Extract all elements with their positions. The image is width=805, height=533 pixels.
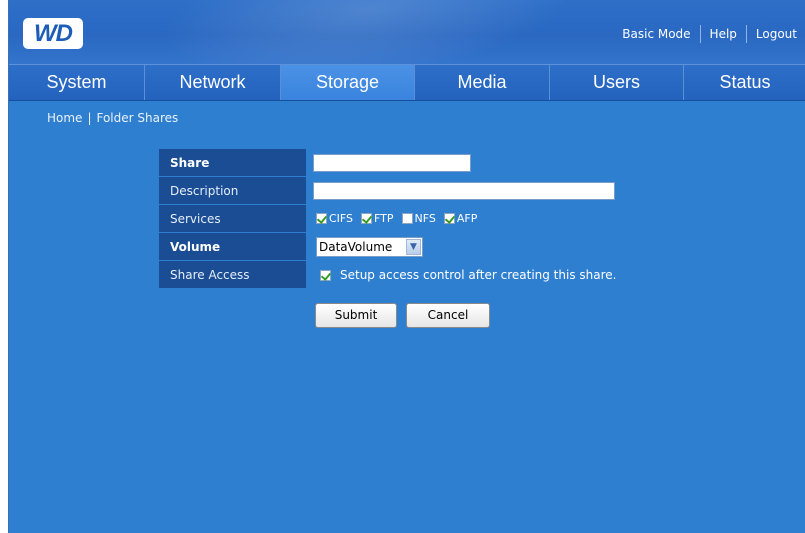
service-ftp[interactable]: FTP [361, 212, 394, 225]
nfs-label: NFS [414, 212, 436, 225]
help-link[interactable]: Help [701, 27, 746, 41]
cifs-checkbox[interactable] [316, 213, 327, 224]
header-sheen [151, 0, 587, 64]
share-access-label: Share Access [159, 261, 306, 289]
breadcrumb-folder-shares[interactable]: Folder Shares [96, 111, 178, 125]
ftp-checkbox[interactable] [361, 213, 373, 224]
description-input[interactable] [313, 182, 615, 200]
share-row: Share [159, 149, 679, 177]
share-access-option: Setup access control after creating this… [320, 268, 616, 282]
afp-checkbox[interactable] [443, 213, 455, 224]
service-nfs[interactable]: NFS [401, 212, 436, 225]
cancel-button[interactable]: Cancel [406, 303, 490, 328]
service-cifs[interactable]: CIFS [316, 212, 353, 225]
nfs-checkbox[interactable] [401, 213, 413, 224]
ftp-label: FTP [374, 212, 394, 225]
breadcrumb-home[interactable]: Home [47, 111, 82, 125]
basic-mode-link[interactable]: Basic Mode [613, 27, 699, 41]
volume-label: Volume [159, 233, 306, 261]
tab-status[interactable]: Status [684, 65, 805, 100]
main-tabs: System Network Storage Media Users Statu… [9, 64, 805, 101]
tab-system[interactable]: System [9, 65, 145, 100]
tab-users[interactable]: Users [550, 65, 684, 100]
top-nav: Basic Mode Help Logout [613, 20, 805, 48]
chevron-down-icon[interactable]: ▼ [406, 239, 421, 255]
tab-storage[interactable]: Storage [281, 65, 415, 100]
logout-link[interactable]: Logout [747, 27, 805, 41]
tab-network[interactable]: Network [145, 65, 281, 100]
setup-access-text: Setup access control after creating this… [340, 268, 617, 282]
breadcrumb-separator: | [87, 111, 92, 125]
service-afp[interactable]: AFP [443, 212, 478, 225]
description-row: Description [159, 177, 679, 205]
share-label: Share [159, 149, 306, 177]
volume-selected-value: DataVolume [319, 240, 393, 254]
volume-select[interactable]: DataVolume ▼ [316, 237, 423, 257]
share-name-input[interactable] [313, 154, 471, 172]
description-label: Description [159, 177, 306, 205]
breadcrumb: Home | Folder Shares [47, 111, 178, 125]
cifs-label: CIFS [329, 212, 354, 225]
header-bar: WD Basic Mode Help Logout [9, 0, 805, 64]
share-access-row: Share Access Setup access control after … [159, 261, 679, 289]
wd-logo[interactable]: WD [23, 18, 83, 49]
volume-row: Volume DataVolume ▼ [159, 233, 679, 261]
submit-button[interactable]: Submit [315, 303, 397, 328]
services-label: Services [159, 205, 306, 233]
afp-label: AFP [456, 212, 478, 225]
app-window: WD Basic Mode Help Logout System Network… [8, 0, 805, 533]
services-options: CIFS FTP NFS AFP [316, 212, 485, 225]
setup-access-checkbox[interactable] [320, 269, 331, 281]
tab-media[interactable]: Media [415, 65, 550, 100]
services-row: Services CIFS FTP NFS AFP [159, 205, 679, 233]
